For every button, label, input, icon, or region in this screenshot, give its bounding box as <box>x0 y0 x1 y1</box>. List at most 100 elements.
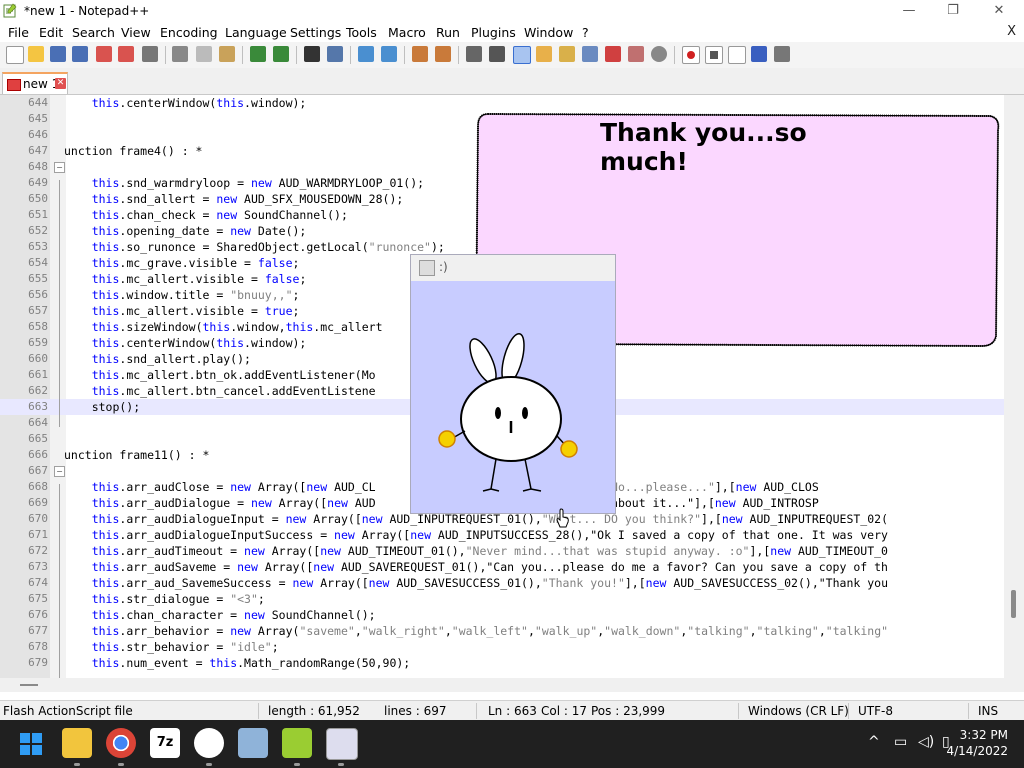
menu-edit[interactable]: Edit <box>39 25 63 40</box>
doc-map-icon[interactable] <box>559 46 575 62</box>
word-wrap-icon[interactable] <box>466 46 482 62</box>
sync-horizontal-icon[interactable] <box>435 46 451 62</box>
save-all-icon[interactable] <box>72 46 88 62</box>
code-line[interactable]: 675 this.str_dialogue = "<3"; <box>0 591 1004 607</box>
notepadpp-icon[interactable] <box>282 728 312 758</box>
undo-icon[interactable] <box>250 46 266 62</box>
close-window-button[interactable]: ✕ <box>976 0 1022 22</box>
system-clock[interactable]: 3:32 PM 4/14/2022 <box>938 727 1008 759</box>
close-document-button[interactable]: X <box>1007 24 1016 39</box>
tab-new-1[interactable]: new 1 ✕ <box>2 72 68 94</box>
menu-language[interactable]: Language <box>225 25 287 40</box>
tab-label: new 1 <box>23 77 60 91</box>
line-number: 661 <box>28 368 48 381</box>
menu-encoding[interactable]: Encoding <box>160 25 218 40</box>
toolbar-separator <box>165 46 166 64</box>
chrome-icon[interactable] <box>106 728 136 758</box>
close-icon[interactable] <box>96 46 112 62</box>
print-icon[interactable] <box>142 46 158 62</box>
replace-icon[interactable] <box>327 46 343 62</box>
volume-icon[interactable]: ◁) <box>918 734 934 750</box>
code-line[interactable]: 677 this.arr_behavior = new Array("savem… <box>0 623 1004 639</box>
vertical-scrollbar[interactable] <box>1004 95 1024 678</box>
bunny-app-icon[interactable] <box>326 728 358 760</box>
chevron-up-icon[interactable]: ^ <box>868 734 880 750</box>
copy-icon[interactable] <box>196 46 212 62</box>
save-icon[interactable] <box>50 46 66 62</box>
menu-macro[interactable]: Macro <box>388 25 426 40</box>
network-icon[interactable]: ▭ <box>894 734 907 750</box>
photos-icon[interactable] <box>238 728 268 758</box>
folder-workspace-icon[interactable] <box>605 46 621 62</box>
line-number: 648 <box>28 160 48 173</box>
status-insert-mode[interactable]: INS <box>978 704 998 718</box>
tab-close-icon[interactable]: ✕ <box>55 78 66 89</box>
toolbar-separator <box>458 46 459 64</box>
cut-icon[interactable] <box>172 46 188 62</box>
bunny-character[interactable] <box>411 281 615 513</box>
code-line[interactable]: 671 this.arr_audDialogueInputSuccess = n… <box>0 527 1004 543</box>
monitoring-icon[interactable] <box>628 46 644 62</box>
macro-record-icon[interactable] <box>682 46 700 64</box>
zoom-in-icon[interactable] <box>358 46 374 62</box>
status-separator <box>968 703 969 719</box>
menu-search[interactable]: Search <box>72 25 115 40</box>
line-number: 662 <box>28 384 48 397</box>
status-separator <box>476 703 477 719</box>
code-text: this.window.title = "bnuuy,,"; <box>91 288 300 302</box>
code-line[interactable]: 676 this.chan_character = new SoundChann… <box>0 607 1004 623</box>
show-all-characters-icon[interactable] <box>489 46 505 62</box>
start-icon[interactable] <box>20 733 42 755</box>
vertical-scroll-thumb[interactable] <box>1011 590 1016 618</box>
code-line[interactable]: 673 this.arr_audSaveme = new Array([new … <box>0 559 1004 575</box>
redo-icon[interactable] <box>273 46 289 62</box>
maximize-button[interactable]: ❐ <box>930 0 976 22</box>
unsaved-file-icon <box>7 79 21 91</box>
code-line[interactable]: 674 this.arr_aud_SavemeSuccess = new Arr… <box>0 575 1004 591</box>
indent-guide-icon[interactable] <box>513 46 531 64</box>
open-file-icon[interactable] <box>28 46 44 62</box>
horizontal-scrollbar[interactable] <box>0 678 1024 692</box>
menu-view[interactable]: View <box>121 25 151 40</box>
macro-save-icon[interactable] <box>774 46 790 62</box>
sync-vertical-icon[interactable] <box>412 46 428 62</box>
macro-play-icon[interactable] <box>728 46 746 64</box>
file-explorer-icon[interactable] <box>62 728 92 758</box>
panel-icon[interactable] <box>651 46 667 62</box>
7zip-icon[interactable]: 7z <box>150 728 180 758</box>
status-encoding[interactable]: UTF-8 <box>858 704 893 718</box>
bunny-popup-window[interactable]: :) <box>410 254 616 514</box>
code-line[interactable]: 678 this.str_behavior = "idle"; <box>0 639 1004 655</box>
function-list-icon[interactable] <box>536 46 552 62</box>
line-number: 646 <box>28 128 48 141</box>
zoom-out-icon[interactable] <box>381 46 397 62</box>
code-line[interactable]: 644 this.centerWindow(this.window); <box>0 95 1004 111</box>
document-list-icon[interactable] <box>582 46 598 62</box>
close-all-icon[interactable] <box>118 46 134 62</box>
popup-title: :) <box>439 260 448 274</box>
menu-help[interactable]: ? <box>582 25 589 40</box>
menu-run[interactable]: Run <box>436 25 460 40</box>
code-text: this.mc_allert.visible = false; <box>91 272 307 286</box>
code-line[interactable]: 679 this.num_event = this.Math_randomRan… <box>0 655 1004 671</box>
horizontal-scroll-thumb[interactable] <box>20 684 38 686</box>
menu-tools[interactable]: Tools <box>346 25 377 40</box>
toolbar-separator <box>674 46 675 64</box>
minimize-button[interactable]: — <box>886 0 932 22</box>
macro-stop-icon[interactable] <box>705 46 723 64</box>
line-number: 666 <box>28 448 48 461</box>
new-file-icon[interactable] <box>6 46 24 64</box>
menu-settings[interactable]: Settings <box>290 25 341 40</box>
paste-icon[interactable] <box>219 46 235 62</box>
flashdevelop-icon[interactable] <box>194 728 224 758</box>
menu-plugins[interactable]: Plugins <box>471 25 516 40</box>
status-eol[interactable]: Windows (CR LF) <box>748 704 849 718</box>
mouse-cursor-icon <box>556 508 569 528</box>
menu-file[interactable]: File <box>8 25 29 40</box>
menu-window[interactable]: Window <box>524 25 573 40</box>
find-icon[interactable] <box>304 46 320 62</box>
code-text: this.chan_character = new SoundChannel()… <box>91 608 376 622</box>
code-line[interactable]: 672 this.arr_audTimeout = new Array([new… <box>0 543 1004 559</box>
macro-run-multiple-icon[interactable] <box>751 46 767 62</box>
popup-title-bar[interactable]: :) <box>411 255 615 281</box>
